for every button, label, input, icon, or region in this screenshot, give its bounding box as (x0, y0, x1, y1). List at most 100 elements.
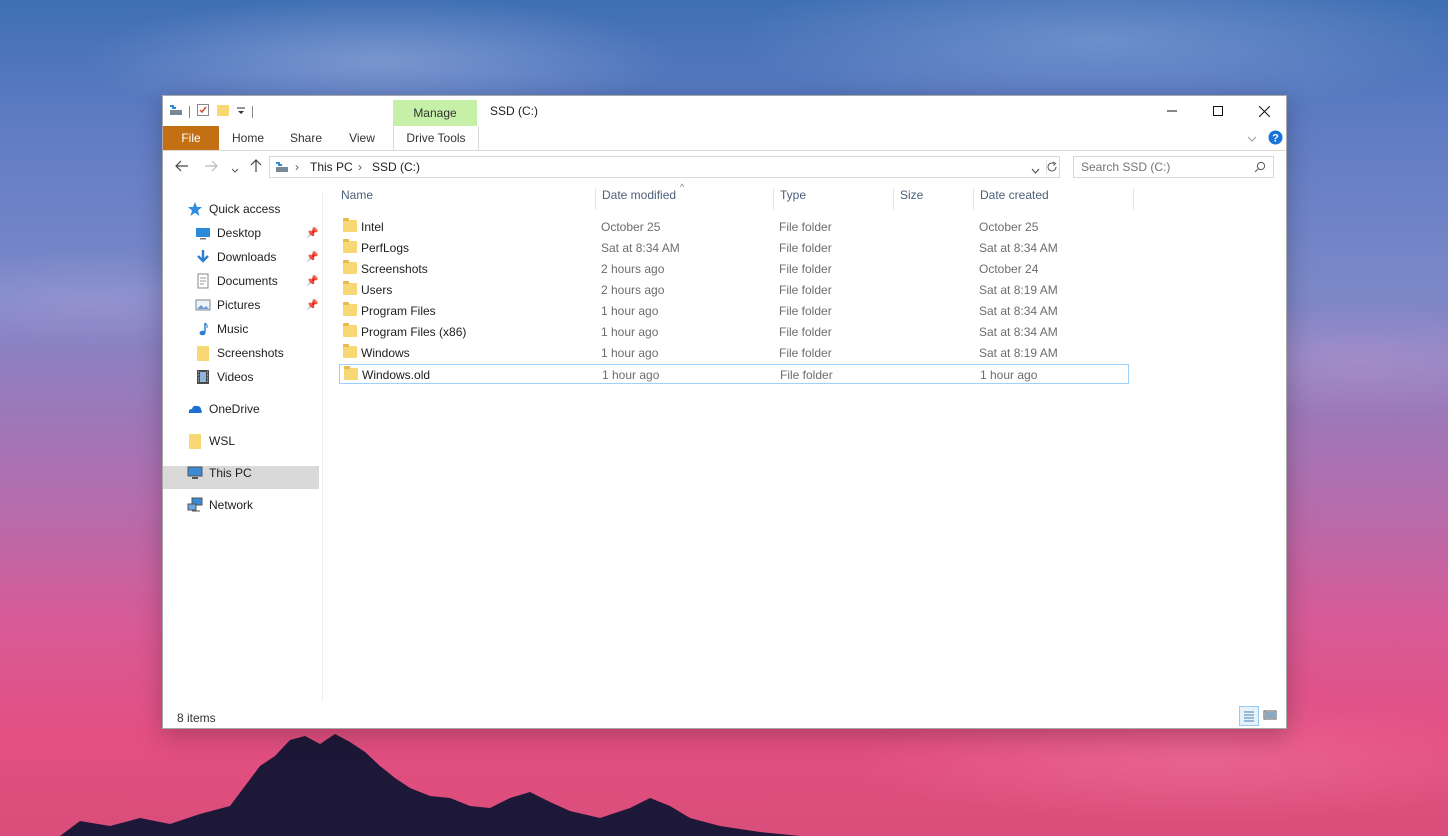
nav-item-desktop[interactable]: Desktop (195, 222, 261, 244)
file-date-created: Sat at 8:19 AM (979, 283, 1058, 297)
file-date-created: Sat at 8:34 AM (979, 325, 1058, 339)
new-folder-icon[interactable] (216, 103, 230, 120)
search-icon[interactable] (1254, 161, 1266, 176)
up-button[interactable] (250, 159, 262, 176)
large-icons-view-icon (1263, 710, 1277, 720)
nav-item-label: Desktop (217, 226, 262, 240)
customize-qat-icon[interactable] (236, 105, 246, 119)
column-header-label: Date created (980, 188, 1049, 202)
breadcrumb-ssd-c[interactable]: SSD (C:) (372, 160, 420, 174)
file-type: File folder (779, 262, 832, 276)
file-date-created: 1 hour ago (980, 368, 1038, 382)
folder-icon (343, 218, 357, 232)
title-bar: Manage SSD (C:) (163, 96, 1286, 126)
tab-drive-tools[interactable]: Drive Tools (393, 126, 479, 150)
nav-item-label: Pictures (217, 298, 261, 312)
recent-locations-button[interactable] (231, 161, 239, 177)
column-header-date-created[interactable]: Date created (980, 188, 1130, 210)
nav-quick-access[interactable]: Quick access (187, 198, 280, 220)
file-date-modified: 2 hours ago (601, 283, 665, 297)
drive-app-icon (169, 104, 183, 119)
column-divider[interactable] (595, 188, 596, 210)
file-explorer-window: Manage SSD (C:) File Home Share View Dri… (162, 95, 1287, 729)
column-header-size[interactable]: Size (900, 188, 970, 210)
refresh-icon[interactable] (1046, 161, 1058, 176)
tab-file[interactable]: File (163, 126, 219, 150)
nav-item-this-pc[interactable]: This PC (187, 462, 252, 484)
tab-manage[interactable]: Manage (393, 100, 477, 126)
expand-ribbon-icon[interactable] (1247, 132, 1257, 146)
nav-item-label: Downloads (217, 250, 277, 264)
file-date-modified: 2 hours ago (601, 262, 665, 276)
file-row[interactable]: Program Files (x86) 1 hour ago File folder… (339, 322, 1129, 342)
nav-item-downloads[interactable]: Downloads (195, 246, 276, 268)
column-header-label: Type (780, 188, 807, 202)
column-header-name[interactable]: Name (341, 188, 591, 210)
navigation-bar: › This PC › SSD (C:) (163, 151, 1286, 183)
nav-item-pictures[interactable]: Pictures (195, 294, 260, 316)
forward-arrow-icon (205, 160, 218, 172)
folder-icon (343, 239, 357, 253)
file-name: Intel (361, 220, 384, 234)
address-bar[interactable]: › This PC › SSD (C:) (269, 156, 1060, 178)
status-item-count: 8 items (177, 711, 216, 725)
breadcrumb-separator: › (358, 160, 362, 174)
details-view-button[interactable] (1239, 706, 1259, 726)
file-row[interactable]: Intel October 25 File folder October 25 (339, 217, 1129, 237)
network-icon (187, 497, 203, 513)
forward-button[interactable] (204, 159, 218, 175)
large-icons-view-button[interactable] (1261, 706, 1281, 726)
folder-icon (343, 281, 357, 295)
minimize-button[interactable] (1149, 96, 1195, 126)
column-divider[interactable] (773, 188, 774, 210)
file-date-created: Sat at 8:19 AM (979, 346, 1058, 360)
file-row[interactable]: Program Files 1 hour ago File folder Sat at… (339, 301, 1129, 321)
minimize-icon (1167, 110, 1177, 112)
folder-icon (195, 345, 211, 361)
svg-text:?: ? (1272, 133, 1279, 145)
column-divider[interactable] (1133, 188, 1134, 210)
file-row[interactable]: Windows.old 1 hour ago File folder 1 hour a… (339, 364, 1129, 384)
column-divider[interactable] (893, 188, 894, 210)
breadcrumb-this-pc[interactable]: This PC (310, 160, 353, 174)
maximize-button[interactable] (1195, 96, 1241, 126)
help-icon[interactable]: ? (1268, 130, 1283, 148)
column-header-date-modified[interactable]: Date modified (602, 188, 772, 210)
ribbon-tab-bar: File Home Share View Drive Tools ? (163, 126, 1286, 151)
nav-item-videos[interactable]: Videos (195, 366, 253, 388)
star-icon (187, 201, 203, 217)
file-row[interactable]: PerfLogs Sat at 8:34 AM File folder Sat at … (339, 238, 1129, 258)
folder-icon (343, 260, 357, 274)
back-button[interactable] (175, 159, 189, 175)
tab-view[interactable]: View (339, 126, 385, 150)
wallpaper-tree-silhouette (60, 734, 800, 836)
close-button[interactable] (1241, 96, 1287, 126)
nav-item-documents[interactable]: Documents (195, 270, 278, 292)
column-header-label: Date modified (602, 188, 677, 202)
column-divider[interactable] (973, 188, 974, 210)
details-view-icon (1244, 711, 1254, 722)
file-row[interactable]: Windows 1 hour ago File folder Sat at 8:19 … (339, 343, 1129, 363)
file-row[interactable]: Screenshots 2 hours ago File folder October… (339, 259, 1129, 279)
qat-separator (189, 105, 190, 118)
tab-share[interactable]: Share (283, 126, 329, 150)
address-dropdown-icon[interactable] (1031, 163, 1040, 177)
file-type: File folder (779, 304, 832, 318)
column-header-type[interactable]: Type (780, 188, 890, 210)
properties-icon[interactable] (196, 103, 210, 120)
nav-item-screenshots[interactable]: Screenshots (195, 342, 284, 364)
file-type: File folder (779, 220, 832, 234)
computer-icon (187, 465, 203, 481)
file-row[interactable]: Users 2 hours ago File folder Sat at 8:19 A… (339, 280, 1129, 300)
nav-item-onedrive[interactable]: OneDrive (187, 398, 260, 420)
pin-icon: 📌 (306, 276, 319, 287)
up-arrow-icon (250, 159, 262, 172)
nav-item-wsl[interactable]: WSL (187, 430, 235, 452)
file-name: PerfLogs (361, 241, 410, 255)
column-header-label: Size (900, 188, 924, 202)
search-input[interactable] (1081, 158, 1251, 176)
search-box[interactable] (1073, 156, 1274, 178)
nav-item-music[interactable]: Music (195, 318, 248, 340)
nav-item-network[interactable]: Network (187, 494, 253, 516)
tab-home[interactable]: Home (225, 126, 271, 150)
